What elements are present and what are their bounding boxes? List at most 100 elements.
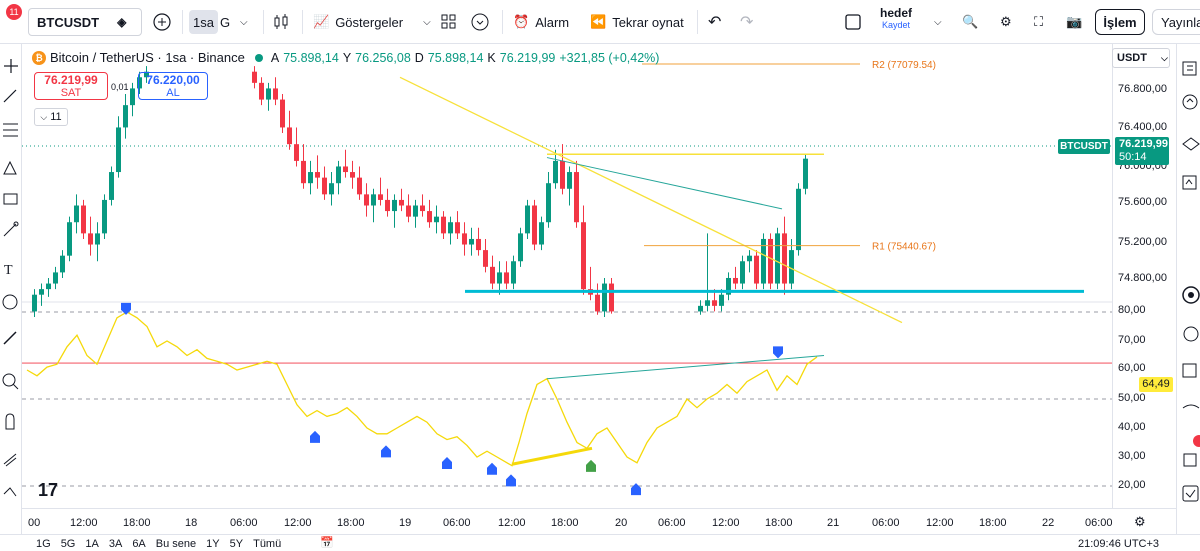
templates-dropdown-icon[interactable] bbox=[470, 10, 490, 34]
candle-body bbox=[329, 183, 334, 195]
chart-type-letter[interactable]: G bbox=[220, 10, 230, 34]
candle-body bbox=[595, 294, 600, 312]
candle-body bbox=[259, 82, 264, 100]
time-tick-label: 18:00 bbox=[337, 517, 365, 529]
chevron-down-icon[interactable]: ⌵ bbox=[240, 10, 248, 34]
alarm-clock-icon: ⏰ bbox=[513, 14, 530, 29]
candle-body bbox=[539, 222, 544, 245]
chevron-down-icon: ⌵ bbox=[1160, 52, 1168, 63]
range-button[interactable]: 1G bbox=[36, 538, 51, 550]
candle-body bbox=[294, 144, 299, 161]
candle-body bbox=[371, 194, 376, 206]
range-button[interactable]: 1A bbox=[85, 538, 98, 550]
date-range-icon[interactable]: 📅 bbox=[320, 536, 334, 549]
range-button[interactable]: 5Y bbox=[230, 538, 243, 550]
candle-body bbox=[609, 283, 614, 312]
candle-body bbox=[88, 233, 93, 245]
publish-button[interactable]: Yayınla bbox=[1152, 9, 1200, 35]
symbol-search[interactable]: BTCUSDT ◈ bbox=[28, 8, 142, 36]
undo-icon[interactable]: ↶ bbox=[708, 10, 721, 34]
candle-body bbox=[469, 238, 474, 245]
candle-body bbox=[775, 233, 780, 284]
candle-body bbox=[74, 205, 79, 223]
candle-body bbox=[553, 160, 558, 184]
range-button[interactable]: Tümü bbox=[253, 538, 281, 550]
legend-change: +321,85 (+0,42%) bbox=[559, 50, 660, 65]
triangle-line bbox=[546, 157, 783, 210]
time-tick-label: 21 bbox=[827, 517, 840, 529]
chart-legend: ₿ Bitcoin / TetherUS · 1sa · Binance A 75… bbox=[32, 50, 659, 65]
axis-settings-gear-icon[interactable]: ⚙ bbox=[1134, 514, 1146, 530]
interval-button[interactable]: 1sa bbox=[189, 10, 218, 34]
chevron-down-icon[interactable]: ⌵ bbox=[934, 10, 942, 34]
candle-body bbox=[567, 172, 572, 189]
fullscreen-icon[interactable]: ⛶ bbox=[1034, 10, 1043, 34]
time-tick-label: 12:00 bbox=[712, 517, 740, 529]
trendline-icon bbox=[3, 89, 17, 103]
layout-checkbox-icon[interactable] bbox=[845, 10, 861, 34]
candle-body bbox=[32, 294, 37, 312]
range-button[interactable]: Bu sene bbox=[156, 538, 196, 550]
current-price-tag: 76.219,99 50:14 bbox=[1115, 137, 1169, 165]
camera-icon[interactable]: 📷 bbox=[1066, 10, 1082, 34]
candles-icon[interactable] bbox=[272, 10, 290, 34]
quick-search-icon[interactable]: 🔍 bbox=[962, 10, 978, 34]
chart-pane[interactable]: R2 (77079.54) R1 (75440.67) bbox=[22, 44, 1112, 508]
rsi-green-marker bbox=[586, 459, 596, 472]
candle-body bbox=[462, 233, 467, 245]
notification-badge[interactable]: 11 bbox=[6, 4, 22, 20]
currency-selector[interactable]: USDT ⌵ bbox=[1112, 48, 1170, 68]
range-button[interactable]: 3A bbox=[109, 538, 122, 550]
time-tick-label: 18 bbox=[185, 517, 198, 529]
layout-name[interactable]: hedef Kaydet bbox=[880, 6, 912, 30]
candle-body bbox=[602, 283, 607, 312]
price-tick-label: 74.800,00 bbox=[1118, 272, 1167, 284]
candle-body bbox=[434, 216, 439, 223]
candle-body bbox=[413, 205, 418, 217]
redo-icon[interactable]: ↷ bbox=[740, 10, 753, 34]
trade-button[interactable]: İşlem bbox=[1095, 9, 1145, 35]
candle-body bbox=[81, 205, 86, 234]
candle-body bbox=[560, 160, 565, 189]
sell-button[interactable]: 76.219,99 SAT bbox=[34, 72, 108, 100]
candle-body bbox=[102, 199, 107, 234]
legend-open-label: A bbox=[270, 50, 280, 65]
range-button[interactable]: 1Y bbox=[206, 538, 219, 550]
right-sidebar-icons[interactable] bbox=[1177, 44, 1200, 534]
candle-body bbox=[490, 266, 495, 284]
candle-body bbox=[301, 160, 306, 184]
rsi-divergence-line bbox=[511, 446, 593, 466]
candle-body bbox=[525, 205, 530, 234]
replay-button[interactable]: ⏪ Tekrar oynat bbox=[590, 10, 684, 34]
candle-body bbox=[740, 261, 745, 284]
time-tick-label: 18:00 bbox=[765, 517, 793, 529]
time-tick-label: 06:00 bbox=[658, 517, 686, 529]
legend-title[interactable]: Bitcoin / TetherUS · 1sa · Binance bbox=[50, 50, 245, 65]
alarm-button[interactable]: ⏰ Alarm bbox=[513, 10, 569, 34]
legend-close-label: K bbox=[487, 50, 496, 65]
bottom-bar: 1G 5G 1A 3A 6A Bu sene 1Y 5Y Tümü 📅 21:09:46 UTC… bbox=[0, 534, 1200, 551]
drawing-tools-icons[interactable]: T bbox=[0, 44, 22, 534]
candle-body bbox=[130, 88, 135, 106]
legend-open: 75.898,14 bbox=[283, 50, 339, 65]
compare-plus-icon[interactable] bbox=[152, 10, 172, 34]
candle-body bbox=[796, 188, 801, 251]
candle-body bbox=[581, 222, 586, 290]
indicators-button[interactable]: 📈 Göstergeler ⌵ bbox=[313, 10, 431, 34]
pivot-r1-label: R1 (75440.67) bbox=[872, 242, 936, 253]
price-tick-label: 76.800,00 bbox=[1118, 83, 1167, 95]
indicators-collapse-button[interactable]: ⌵ 11 bbox=[34, 108, 68, 126]
symbol-label: BTCUSDT bbox=[37, 14, 100, 30]
templates-grid-icon[interactable] bbox=[441, 10, 457, 34]
candle-body bbox=[378, 194, 383, 200]
market-open-dot-icon bbox=[254, 53, 263, 62]
range-button[interactable]: 5G bbox=[61, 538, 76, 550]
settings-gear-icon[interactable]: ⚙ bbox=[1000, 10, 1012, 34]
time-axis[interactable]: 00 12:00 18:00 18 06:00 12:00 18:00 19 06:00 12:0… bbox=[22, 508, 1176, 534]
candle-body bbox=[574, 172, 579, 223]
rsi-bottom-marker bbox=[381, 445, 391, 458]
range-button[interactable]: 6A bbox=[132, 538, 145, 550]
chart-canvas[interactable]: R2 (77079.54) R1 (75440.67) bbox=[22, 44, 1112, 508]
buy-button[interactable]: 76.220,00 AL bbox=[138, 72, 208, 100]
legend-low: 75.898,14 bbox=[427, 50, 484, 65]
